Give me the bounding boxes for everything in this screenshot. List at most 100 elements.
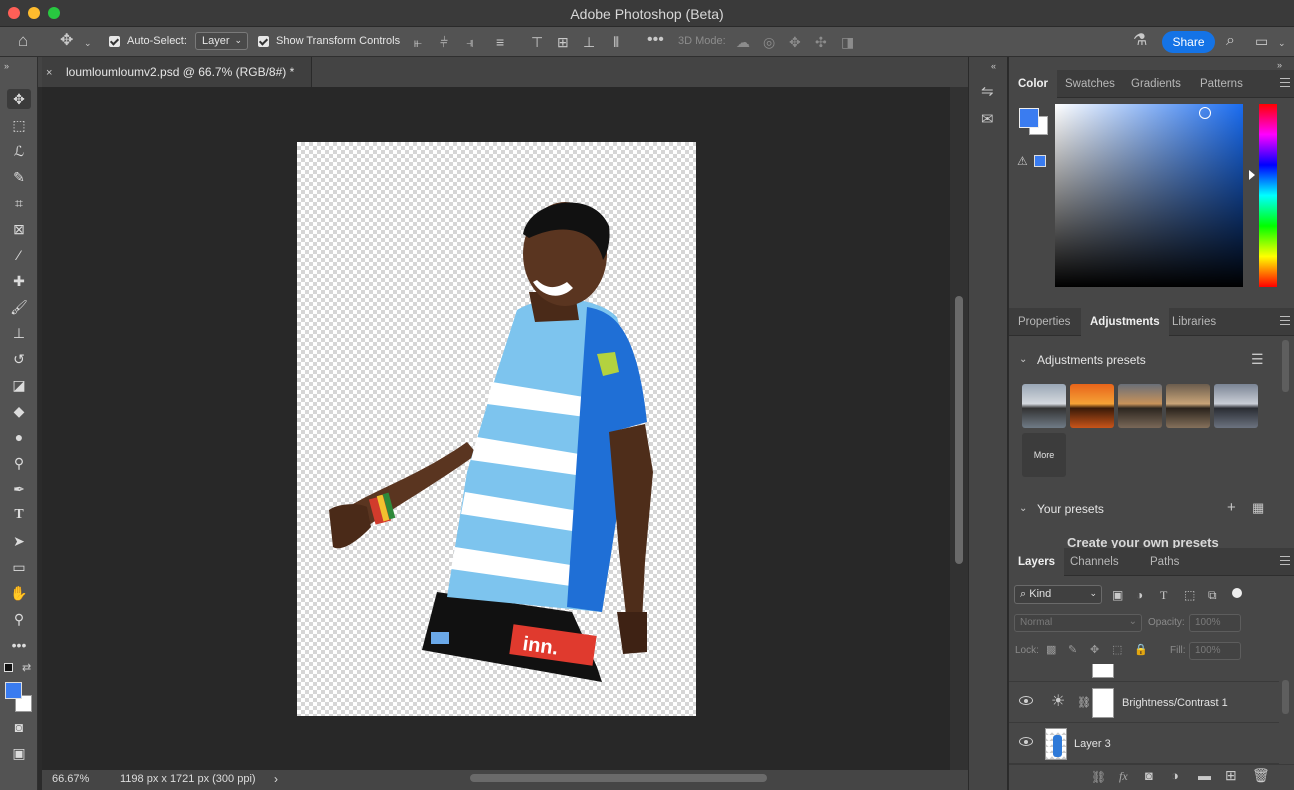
link-icon[interactable]: ⛓: [1077, 696, 1091, 710]
list-view-icon[interactable]: ☰: [1251, 352, 1264, 366]
layer-thumbnail[interactable]: [1045, 728, 1067, 760]
layer-mask-thumbnail[interactable]: [1092, 688, 1114, 718]
screen-mode-icon[interactable]: ▣: [7, 743, 31, 763]
layer-filter-dropdown[interactable]: ⌕ Kind ⌄: [1014, 585, 1102, 604]
more-presets-button[interactable]: More: [1022, 433, 1066, 477]
quick-selection-tool-icon[interactable]: ✎: [7, 167, 31, 187]
filter-adjustment-icon[interactable]: ◑: [1136, 588, 1143, 602]
preset-thumbnail-1[interactable]: [1022, 384, 1066, 428]
panel-menu-icon[interactable]: [1280, 316, 1290, 325]
link-layers-icon[interactable]: ⛓: [1091, 770, 1106, 784]
default-colors-icon[interactable]: [4, 663, 13, 672]
align-bottom-icon[interactable]: ⊥: [583, 35, 595, 49]
add-preset-icon[interactable]: +: [1227, 500, 1236, 515]
horizontal-scroll-thumb[interactable]: [470, 774, 767, 782]
color-panel-foreground-swatch[interactable]: [1019, 108, 1039, 128]
visibility-eye-icon[interactable]: [1019, 737, 1033, 746]
layer-style-icon[interactable]: fx: [1119, 769, 1128, 783]
pen-tool-icon[interactable]: ✒: [7, 479, 31, 499]
hue-slider[interactable]: [1259, 104, 1277, 287]
preset-thumbnail-2[interactable]: [1070, 384, 1114, 428]
quick-mask-icon[interactable]: ◙: [7, 717, 31, 737]
tab-gradients[interactable]: Gradients: [1122, 70, 1190, 98]
grid-view-icon[interactable]: ▦: [1252, 501, 1264, 515]
filter-smart-object-icon[interactable]: ⧉: [1208, 588, 1217, 602]
filter-pixel-icon[interactable]: ▣: [1112, 588, 1123, 602]
fill-field[interactable]: 100%: [1189, 642, 1241, 660]
chevron-down-icon[interactable]: ⌄: [1019, 353, 1027, 367]
share-button[interactable]: Share: [1162, 31, 1215, 53]
adjustment-layer-icon[interactable]: ◑: [1171, 769, 1179, 783]
align-left-icon[interactable]: ⫦: [414, 35, 422, 49]
rectangle-tool-icon[interactable]: ▭: [7, 557, 31, 577]
comments-panel-icon[interactable]: ✉: [981, 112, 994, 127]
align-top-icon[interactable]: ⊤: [531, 35, 543, 49]
layers-scroll-thumb[interactable]: [1282, 680, 1289, 714]
color-field[interactable]: [1055, 104, 1243, 287]
more-options-icon[interactable]: •••: [647, 32, 664, 48]
document-canvas[interactable]: inn.: [297, 142, 696, 716]
zoom-tool-icon[interactable]: ⚲: [7, 609, 31, 629]
layer-row[interactable]: Layer 3: [1009, 724, 1279, 764]
lock-position-icon[interactable]: ✥: [1090, 643, 1099, 657]
hand-tool-icon[interactable]: ✋: [7, 583, 31, 603]
frame-tool-icon[interactable]: ⊠: [7, 219, 31, 239]
3d-orbit-icon[interactable]: ☁: [736, 35, 750, 49]
preset-thumbnail-5[interactable]: [1214, 384, 1258, 428]
hue-slider-handle[interactable]: [1249, 170, 1255, 180]
new-group-icon[interactable]: ▬: [1198, 769, 1211, 783]
add-mask-icon[interactable]: ◙: [1145, 769, 1153, 783]
move-tool-preset-icon[interactable]: ✥: [60, 33, 73, 49]
blur-tool-icon[interactable]: ●: [7, 427, 31, 447]
new-layer-icon[interactable]: ⊞: [1225, 768, 1237, 782]
brush-tool-icon[interactable]: 🖌: [7, 297, 31, 317]
delete-layer-icon[interactable]: 🗑: [1252, 768, 1270, 782]
document-tab[interactable]: × loumloumloumv2.psd @ 66.7% (RGB/8#) *: [42, 57, 312, 87]
tab-properties[interactable]: Properties: [1009, 308, 1079, 336]
3d-slide-icon[interactable]: ✣: [815, 35, 827, 49]
auto-select-dropdown[interactable]: Layer ⌄: [195, 32, 248, 50]
filter-shape-icon[interactable]: ⬚: [1184, 588, 1195, 602]
layer-row-partial[interactable]: [1009, 664, 1279, 682]
chevron-down-icon[interactable]: ⌄: [1019, 502, 1027, 516]
clone-stamp-tool-icon[interactable]: ⊥: [7, 323, 31, 343]
crop-tool-icon[interactable]: ⌗: [7, 193, 31, 213]
3d-roll-icon[interactable]: ◎: [763, 35, 775, 49]
flask-icon[interactable]: ⚗: [1133, 33, 1147, 49]
chevron-right-icon[interactable]: ›: [274, 772, 278, 786]
tab-swatches[interactable]: Swatches: [1056, 70, 1124, 98]
layer-row[interactable]: ☀ ⛓ Brightness/Contrast 1: [1009, 683, 1279, 723]
workspace-icon[interactable]: ▭: [1255, 34, 1268, 48]
lock-all-icon[interactable]: 🔒: [1134, 643, 1148, 657]
adjustments-scroll-thumb[interactable]: [1282, 340, 1289, 392]
lock-transparent-icon[interactable]: ▩: [1046, 643, 1056, 657]
out-of-gamut-warning-icon[interactable]: ⚠: [1017, 154, 1028, 168]
collapse-toolbar-icon[interactable]: »: [4, 59, 9, 73]
chevron-down-icon[interactable]: ⌄: [1278, 36, 1286, 50]
tab-channels[interactable]: Channels: [1061, 548, 1128, 576]
type-tool-icon[interactable]: T: [7, 505, 31, 525]
3d-scale-icon[interactable]: ◨: [841, 35, 854, 49]
tab-libraries[interactable]: Libraries: [1163, 308, 1225, 336]
gamut-color-swatch[interactable]: [1034, 155, 1046, 167]
foreground-color-swatch[interactable]: [5, 682, 22, 699]
expand-panels-icon[interactable]: «: [991, 59, 996, 73]
preset-thumbnail-3[interactable]: [1118, 384, 1162, 428]
eraser-tool-icon[interactable]: ◪: [7, 375, 31, 395]
lock-image-icon[interactable]: ✎: [1068, 643, 1077, 657]
healing-brush-tool-icon[interactable]: ✚: [7, 271, 31, 291]
show-transform-checkbox[interactable]: [258, 36, 269, 47]
3d-pan-icon[interactable]: ✥: [789, 35, 801, 49]
vertical-scroll-thumb[interactable]: [955, 296, 963, 564]
opacity-field[interactable]: 100%: [1189, 614, 1241, 632]
panel-menu-icon[interactable]: [1280, 556, 1290, 565]
search-icon[interactable]: ⌕: [1226, 33, 1235, 49]
tab-color[interactable]: Color: [1009, 70, 1058, 98]
tab-paths[interactable]: Paths: [1141, 548, 1188, 576]
move-tool-icon[interactable]: ✥: [7, 89, 31, 109]
your-presets-header[interactable]: Your presets: [1037, 502, 1104, 516]
paint-bucket-tool-icon[interactable]: ◆: [7, 401, 31, 421]
history-panel-icon[interactable]: ⇋: [981, 84, 994, 99]
distribute-horizontal-icon[interactable]: ≡: [496, 35, 504, 49]
visibility-eye-icon[interactable]: [1019, 696, 1033, 705]
